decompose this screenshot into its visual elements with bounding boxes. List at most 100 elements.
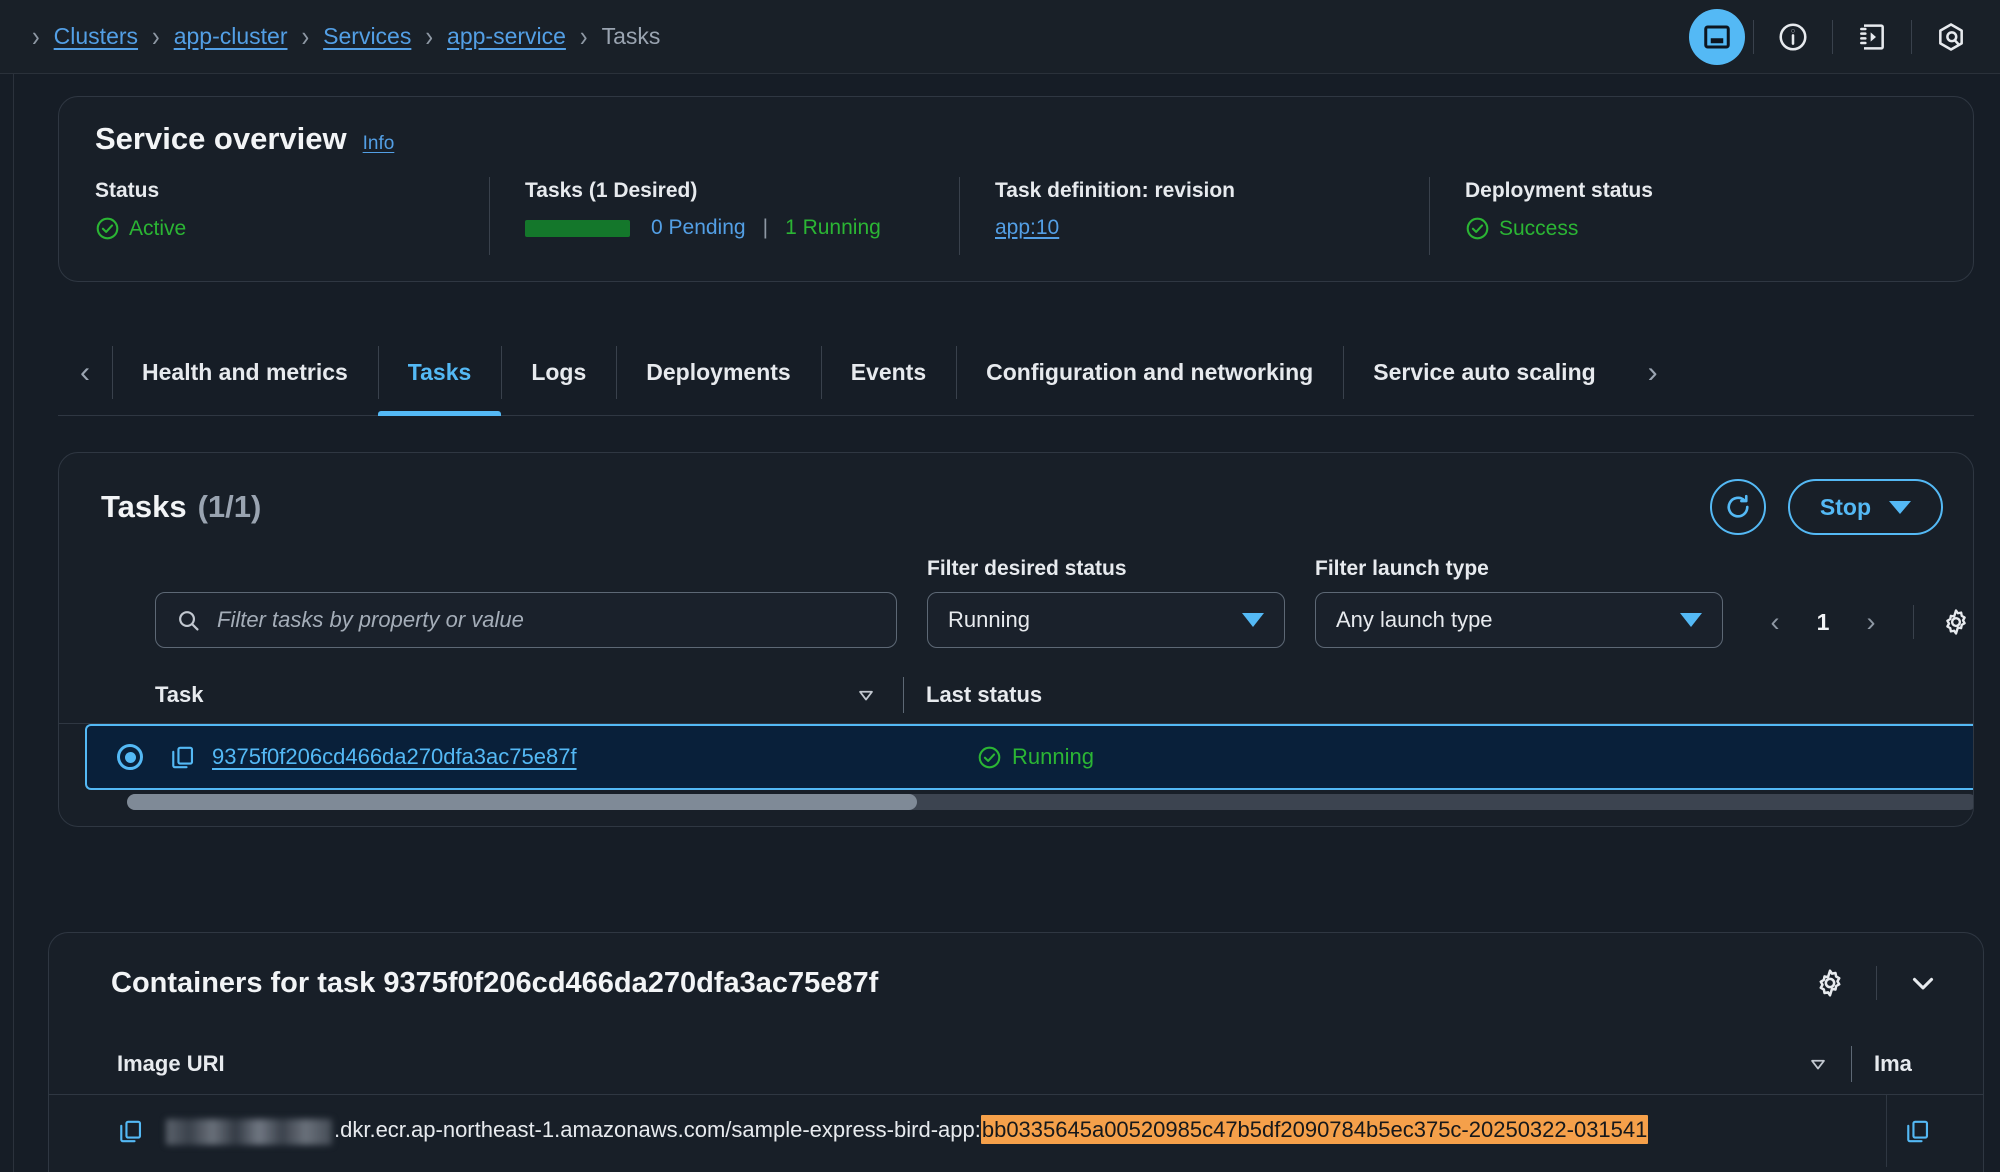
row-select-radio[interactable] — [117, 744, 143, 770]
info-link[interactable]: Info — [363, 133, 395, 155]
containers-preferences-gear-icon[interactable] — [1800, 953, 1860, 1013]
search-input[interactable]: Filter tasks by property or value — [155, 592, 897, 648]
table-preferences-gear-icon[interactable] — [1934, 600, 1973, 644]
tasks-panel-actions: Stop — [1709, 479, 1943, 535]
tabs-scroll-left-icon[interactable]: ‹ — [58, 330, 112, 415]
split-panel-icon[interactable] — [1689, 9, 1745, 65]
breadcrumb-bar: › Clusters › app-cluster › Services › ap… — [0, 0, 2000, 74]
column-header-image-uri-label: Image URI — [117, 1050, 225, 1076]
overview-deployment-status: Deployment status Success — [1429, 177, 1869, 255]
containers-panel-header: Containers for task 9375f0f206cd466da270… — [49, 933, 1983, 1033]
search-placeholder: Filter tasks by property or value — [217, 607, 524, 632]
sort-icon[interactable] — [855, 684, 877, 706]
copy-icon[interactable] — [169, 744, 196, 771]
divider — [1913, 605, 1914, 639]
filter-desired-status-label: Filter desired status — [927, 557, 1127, 580]
containers-table-header: Image URI Ima — [49, 1033, 1983, 1095]
tasks-running-count: 1 Running — [785, 216, 881, 239]
column-header-image-uri[interactable]: Image URI — [117, 1051, 1807, 1077]
overview-taskdef-label: Task definition: revision — [995, 179, 1235, 202]
tasks-progress-bar — [525, 219, 630, 237]
column-divider — [1886, 1095, 1887, 1167]
sort-icon[interactable] — [1807, 1053, 1829, 1075]
table-row[interactable]: 9375f0f206cd466da270dfa3ac75e87f Running — [85, 724, 1973, 790]
check-circle-icon — [95, 216, 120, 241]
search-group: Filter tasks by property or value — [155, 592, 897, 648]
redacted-account-id — [166, 1118, 332, 1145]
info-icon[interactable] — [1762, 6, 1824, 68]
divider — [1911, 20, 1912, 54]
tabs-scroll-right-icon[interactable]: › — [1626, 330, 1680, 415]
chevron-down-icon — [1889, 500, 1911, 514]
collapse-chevron-down-icon[interactable] — [1893, 953, 1953, 1013]
overview-tasks: Tasks (1 Desired) 0 Pending | 1 Running — [489, 177, 959, 255]
tab-events[interactable]: Events — [820, 330, 956, 415]
horizontal-scrollbar-thumb[interactable] — [127, 794, 917, 810]
task-last-status: Running — [977, 744, 1094, 770]
tab-logs[interactable]: Logs — [501, 330, 616, 415]
search-icon — [176, 608, 201, 633]
table-row[interactable]: .dkr.ecr.ap-northeast-1.amazonaws.com/sa… — [49, 1095, 1983, 1167]
image-uri-value: .dkr.ecr.ap-northeast-1.amazonaws.com/sa… — [166, 1115, 1649, 1145]
refresh-icon[interactable] — [1709, 479, 1766, 535]
pagination-prev-icon[interactable]: ‹ — [1753, 600, 1797, 644]
horizontal-scrollbar[interactable] — [127, 794, 1973, 810]
row-select-radio-dot — [124, 751, 136, 763]
pagination: ‹ 1 › — [1753, 600, 1973, 648]
task-id-link[interactable]: 9375f0f206cd466da270dfa3ac75e87f — [212, 744, 577, 770]
check-circle-icon — [977, 745, 1002, 770]
tab-configuration-and-networking[interactable]: Configuration and networking — [956, 330, 1343, 415]
pagination-page-1[interactable]: 1 — [1803, 609, 1843, 636]
service-overview-card: Service overview Info Status Active Task… — [58, 96, 1974, 282]
tab-tasks[interactable]: Tasks — [377, 330, 502, 416]
cloudshell-icon[interactable] — [1841, 6, 1903, 68]
filter-desired-status-select[interactable]: Running — [927, 592, 1285, 648]
image-uri-prefix: .dkr.ecr.ap-northeast-1.amazonaws.com/sa… — [334, 1117, 981, 1143]
service-overview-header: Service overview Info — [59, 97, 1973, 157]
tab-service-auto-scaling[interactable]: Service auto scaling — [1343, 330, 1625, 415]
column-header-task-label: Task — [155, 681, 204, 707]
breadcrumb-item-tasks: Tasks — [601, 23, 661, 49]
task-last-status-text: Running — [1012, 744, 1094, 769]
column-header-last-status[interactable]: Last status — [926, 682, 1042, 708]
column-header-task[interactable]: Task — [155, 682, 855, 708]
column-header-image-truncated-label: Ima — [1874, 1050, 1912, 1076]
breadcrumb-item-app-cluster[interactable]: app-cluster — [174, 23, 288, 50]
overview-task-definition: Task definition: revision app:10 — [959, 177, 1429, 255]
tasks-pending-count: 0 Pending — [651, 216, 746, 239]
tasks-panel-header: Tasks (1/1) Stop — [59, 453, 1973, 535]
divider — [1876, 966, 1877, 1000]
tasks-panel-count: (1/1) — [197, 489, 262, 524]
tab-health-and-metrics[interactable]: Health and metrics — [112, 330, 378, 415]
breadcrumb-item-clusters[interactable]: Clusters — [54, 23, 138, 50]
breadcrumb-separator: › — [579, 19, 588, 53]
breadcrumb-separator: › — [32, 19, 40, 53]
filter-launch-type-select[interactable]: Any launch type — [1315, 592, 1723, 648]
chevron-down-icon — [1680, 613, 1702, 627]
overview-deployment-text: Success — [1499, 216, 1579, 240]
overview-tasks-label: Tasks (1 Desired) — [525, 179, 698, 202]
divider — [1753, 20, 1754, 54]
tab-deployments[interactable]: Deployments — [616, 330, 820, 415]
chevron-down-icon — [1242, 613, 1264, 627]
overview-taskdef-value: app:10 — [995, 216, 1393, 240]
settings-hex-icon[interactable] — [1920, 6, 1982, 68]
divider-text: | — [762, 216, 769, 239]
column-header-image-truncated[interactable]: Ima — [1874, 1051, 1912, 1077]
tasks-filter-row: Filter tasks by property or value Filter… — [59, 535, 1973, 648]
copy-icon[interactable] — [1904, 1118, 1931, 1145]
breadcrumb-item-services[interactable]: Services — [323, 23, 411, 50]
copy-icon[interactable] — [117, 1118, 144, 1145]
stop-button[interactable]: Stop — [1787, 479, 1943, 535]
containers-panel: Containers for task 9375f0f206cd466da270… — [48, 932, 1984, 1172]
left-rail — [0, 74, 14, 1172]
top-right-icon-group — [1689, 0, 1982, 74]
breadcrumb: › Clusters › app-cluster › Services › ap… — [0, 20, 661, 53]
page-title: Service overview — [95, 121, 347, 156]
pagination-next-icon[interactable]: › — [1849, 600, 1893, 644]
filter-launch-type-value: Any launch type — [1336, 607, 1493, 632]
tab-bar: ‹ Health and metrics Tasks Logs Deployme… — [58, 330, 1974, 416]
task-definition-link[interactable]: app:10 — [995, 216, 1059, 240]
overview-deployment-label: Deployment status — [1465, 179, 1653, 202]
breadcrumb-item-app-service[interactable]: app-service — [447, 23, 566, 50]
